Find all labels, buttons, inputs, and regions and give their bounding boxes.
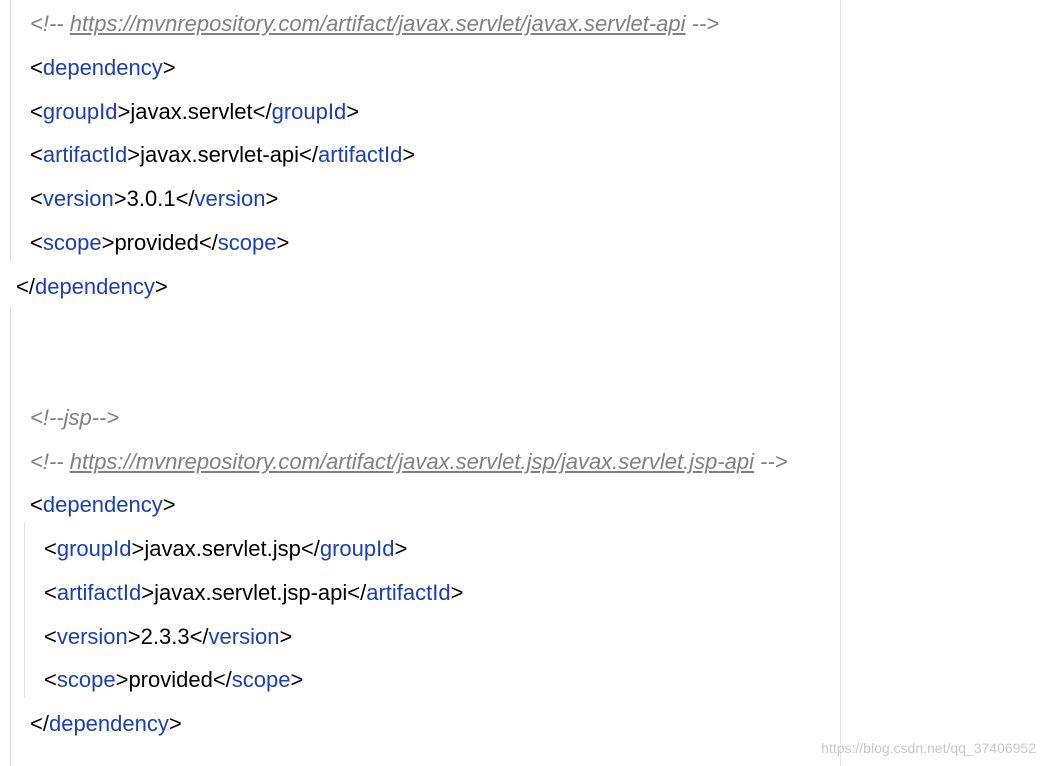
code-line: <artifactId>javax.servlet.jsp-api</artif… [44,580,463,606]
tag-name: version [56,624,128,649]
code-line: <version>2.3.3</version> [44,624,292,650]
tag-name: version [194,186,266,211]
tag-name: dependency [48,711,169,736]
tag-name: groupId [319,536,395,561]
tag-bracket: > [127,624,141,649]
tag-name: dependency [42,55,163,80]
tag-bracket: </ [300,536,320,561]
tag-name: version [42,186,114,211]
comment-text: <!--jsp--> [30,405,120,430]
element-value: provided [114,230,199,255]
tag-bracket: > [113,186,127,211]
tag-bracket: > [141,580,155,605]
tag-bracket: < [30,55,43,80]
tag-bracket: > [276,230,290,255]
tag-bracket: > [394,536,408,561]
code-line: <artifactId>javax.servlet-api</artifactI… [30,142,415,168]
tag-bracket: </ [347,580,367,605]
tag-bracket: </ [198,230,218,255]
element-value: 2.3.3 [140,624,190,649]
tag-name: groupId [56,536,132,561]
code-line: <!-- https://mvnrepository.com/artifact/… [30,449,788,475]
tag-bracket: > [154,274,168,299]
code-line: <!-- https://mvnrepository.com/artifact/… [30,11,719,37]
element-value: javax.servlet [130,99,253,124]
tag-bracket: > [101,230,115,255]
tag-bracket: < [30,230,43,255]
code-view: <!-- https://mvnrepository.com/artifact/… [0,0,1046,766]
tag-bracket: < [44,536,57,561]
comment-open: <!-- [30,449,70,474]
tag-bracket: > [346,99,360,124]
comment-link[interactable]: https://mvnrepository.com/artifact/javax… [70,11,686,36]
element-value: provided [128,667,213,692]
element-value: 3.0.1 [126,186,176,211]
code-line: <!--jsp--> [30,405,119,431]
tag-bracket: > [265,186,279,211]
tag-bracket: > [450,580,464,605]
code-line: <version>3.0.1</version> [30,186,278,212]
tag-bracket: > [279,624,293,649]
code-line: <scope>provided</scope> [44,667,303,693]
tag-bracket: < [44,580,57,605]
tag-name: groupId [271,99,347,124]
tag-bracket: > [131,536,145,561]
code-line: <groupId>javax.servlet.jsp</groupId> [44,536,407,562]
tag-bracket: > [290,667,304,692]
tag-bracket: > [117,99,131,124]
element-value: javax.servlet.jsp [144,536,301,561]
panel-divider [840,0,841,766]
watermark: https://blog.csdn.net/qq_37406952 [821,740,1036,756]
tag-name: scope [56,667,116,692]
tag-bracket: > [402,142,416,167]
tag-bracket: </ [212,667,232,692]
code-line: </dependency> [16,274,168,300]
tag-name: groupId [42,99,118,124]
element-value: javax.servlet.jsp-api [154,580,348,605]
indent-guide [10,306,11,766]
tag-bracket: </ [175,186,195,211]
tag-bracket: > [127,142,141,167]
tag-bracket: > [162,492,176,517]
tag-bracket: < [30,186,43,211]
tag-bracket: < [30,142,43,167]
tag-bracket: </ [30,711,49,736]
tag-name: version [208,624,280,649]
tag-name: artifactId [366,580,451,605]
comment-link[interactable]: https://mvnrepository.com/artifact/javax… [70,449,754,474]
code-line: </dependency> [30,711,182,737]
tag-name: scope [217,230,277,255]
tag-name: dependency [42,492,163,517]
comment-close: --> [754,449,788,474]
tag-bracket: > [162,55,176,80]
tag-bracket: < [44,667,57,692]
tag-bracket: > [168,711,182,736]
tag-name: artifactId [42,142,128,167]
tag-bracket: </ [189,624,209,649]
code-line: <dependency> [30,55,176,81]
tag-name: scope [231,667,291,692]
tag-bracket: < [30,99,43,124]
tag-name: artifactId [318,142,403,167]
element-value: javax.servlet-api [140,142,300,167]
code-line: <dependency> [30,492,176,518]
comment-close: --> [685,11,720,36]
tag-name: artifactId [56,580,142,605]
comment-open: <!-- [30,11,70,36]
code-line: <scope>provided</scope> [30,230,289,256]
tag-bracket: </ [299,142,319,167]
tag-name: dependency [34,274,155,299]
tag-bracket: </ [16,274,35,299]
tag-bracket: > [115,667,129,692]
tag-bracket: < [30,492,43,517]
tag-name: scope [42,230,102,255]
indent-guide [24,522,25,698]
tag-bracket: </ [252,99,272,124]
indent-guide [10,0,11,262]
tag-bracket: < [44,624,57,649]
code-line: <groupId>javax.servlet</groupId> [30,99,359,125]
